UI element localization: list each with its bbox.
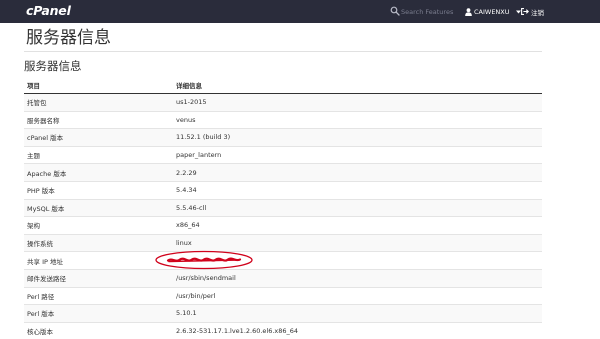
top-navbar: cPanel CAIWENXU 注销 xyxy=(0,0,600,23)
search-input[interactable] xyxy=(401,4,457,19)
search-icon xyxy=(390,6,400,16)
item-cell: 共享 IP 地址 xyxy=(24,251,173,270)
title-divider xyxy=(24,51,542,52)
table-row: 邮件发送路径 /usr/sbin/sendmail xyxy=(24,268,542,288)
item-cell: 架构 xyxy=(24,216,173,235)
server-info-table: 项目 详细信息 托管包 us1-2015 服务器名称 venus cPanel … xyxy=(24,76,542,339)
table-row: 架构 x86_64 xyxy=(24,216,542,235)
detail-cell: 5.5.46-cll xyxy=(173,198,542,217)
table-row: Apache 版本 2.2.29 xyxy=(24,163,542,182)
table-row: 核心版本 2.6.32-531.17.1.lve1.2.60.el6.x86_6… xyxy=(24,321,542,339)
table-row: 托管包 us1-2015 xyxy=(24,93,542,112)
table-row: 主题 paper_lantern xyxy=(24,145,542,164)
user-icon xyxy=(465,7,472,16)
detail-cell: venus xyxy=(173,110,542,129)
detail-cell: us1-2015 xyxy=(173,93,542,112)
table-row: Perl 版本 5.10.1 xyxy=(24,304,542,323)
table-row: cPanel 版本 11.52.1 (build 3) xyxy=(24,128,542,147)
item-cell: 服务器名称 xyxy=(24,110,173,129)
detail-cell: x86_64 xyxy=(173,216,542,235)
detail-cell: paper_lantern xyxy=(173,145,542,164)
table-row: Perl 路径 /usr/bin/perl xyxy=(24,286,542,305)
detail-cell-redacted xyxy=(155,251,542,270)
username-label: CAIWENXU xyxy=(474,7,510,16)
caret-down-icon xyxy=(515,10,521,13)
item-cell: 操作系统 xyxy=(24,233,173,252)
detail-cell: /usr/bin/perl xyxy=(173,286,542,305)
table-row: 服务器名称 venus xyxy=(24,110,542,129)
item-cell: cPanel 版本 xyxy=(24,128,173,147)
item-cell: 主题 xyxy=(24,145,173,164)
table-row: 操作系统 linux xyxy=(24,233,542,252)
table-row: 共享 IP 地址 xyxy=(24,251,542,270)
item-cell: 托管包 xyxy=(24,93,173,112)
section-title: 服务器信息 xyxy=(24,59,82,73)
redaction-scribble xyxy=(155,251,253,270)
page-title: 服务器信息 xyxy=(26,28,111,48)
table-row: PHP 版本 5.4.34 xyxy=(24,180,542,200)
user-menu[interactable]: CAIWENXU xyxy=(465,0,521,23)
logout-label: 注销 xyxy=(531,8,544,17)
table-header-row: 项目 详细信息 xyxy=(24,76,542,94)
item-cell: 邮件发送路径 xyxy=(24,268,173,288)
detail-cell: 2.2.29 xyxy=(173,163,542,182)
detail-cell: 11.52.1 (build 3) xyxy=(173,128,542,147)
detail-cell: 5.10.1 xyxy=(173,304,542,323)
cpanel-logo[interactable]: cPanel xyxy=(26,2,71,20)
item-cell: Apache 版本 xyxy=(24,163,173,182)
item-cell: 核心版本 xyxy=(24,321,173,339)
detail-cell: 2.6.32-531.17.1.lve1.2.60.el6.x86_64 xyxy=(173,321,542,339)
logout-button[interactable]: 注销 xyxy=(521,0,544,23)
item-cell: PHP 版本 xyxy=(24,180,173,200)
column-header-detail: 详细信息 xyxy=(173,76,542,94)
item-cell: Perl 版本 xyxy=(24,304,173,323)
search-box[interactable] xyxy=(383,0,457,23)
detail-cell: 5.4.34 xyxy=(173,180,542,200)
logout-icon xyxy=(521,8,529,15)
table-row: MySQL 版本 5.5.46-cll xyxy=(24,198,542,217)
item-cell: MySQL 版本 xyxy=(24,198,173,217)
item-cell: Perl 路径 xyxy=(24,286,173,305)
column-header-item: 项目 xyxy=(24,76,173,94)
